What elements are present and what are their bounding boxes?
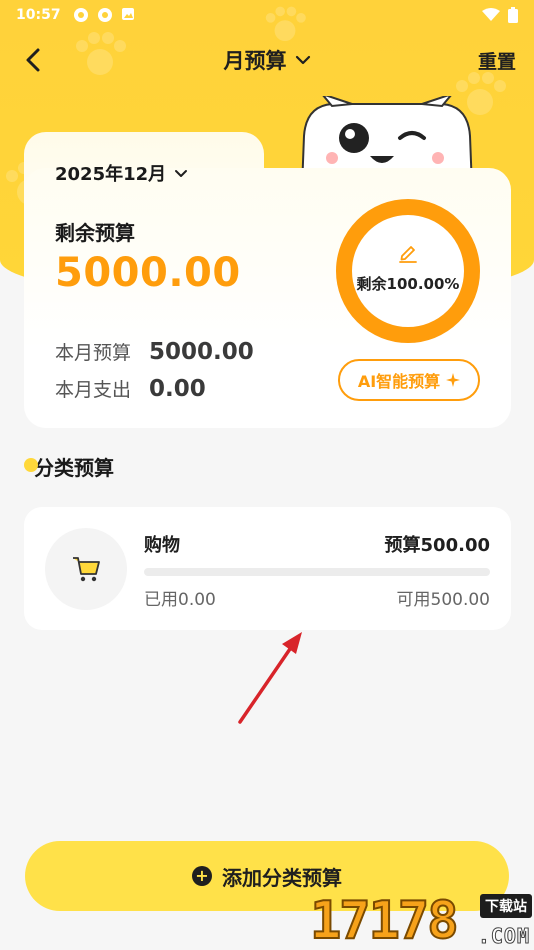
sparkle-icon	[446, 373, 461, 387]
page-title-dropdown[interactable]: 月预算	[224, 45, 311, 75]
category-budget: 预算500.00	[384, 535, 490, 556]
nav-bar: 月预算 重置	[0, 38, 534, 82]
month-selector[interactable]: 2025年12月	[55, 160, 188, 186]
remaining-percent-text: 剩余100.00%	[356, 275, 460, 293]
section-title-dot	[24, 457, 38, 472]
status-system-icons	[482, 7, 518, 23]
image-icon	[121, 8, 134, 20]
wifi-icon	[482, 8, 500, 21]
month-budget-label: 本月预算	[55, 342, 132, 364]
plus-icon: +	[192, 866, 212, 886]
annotation-arrow-icon	[238, 632, 302, 724]
category-available: 可用500.00	[396, 590, 490, 610]
watermark-tag: 下载站	[480, 894, 532, 918]
category-budget-card[interactable]: 购物 预算500.00 已用0.00 可用500.00	[24, 507, 511, 630]
month-expense-label: 本月支出	[55, 379, 132, 401]
remaining-budget-amount: 5000.00	[55, 250, 241, 296]
chevron-down-icon	[295, 55, 310, 65]
chevron-down-icon	[175, 169, 188, 177]
site-watermark: 17178 下载站 .COM	[309, 891, 534, 950]
watermark-digits: 17178	[309, 891, 460, 950]
edit-pencil-icon[interactable]	[396, 240, 420, 264]
category-name: 购物	[144, 535, 180, 556]
month-expense-row: 本月支出 0.00	[55, 375, 206, 402]
section-title-category: 分类预算	[24, 452, 114, 481]
remaining-ring-chart	[336, 199, 480, 343]
ai-budget-button[interactable]: AI智能预算	[338, 359, 480, 401]
status-notification-icons	[73, 7, 135, 23]
status-bar: 10:57	[0, 0, 534, 30]
remaining-budget-label: 剩余预算	[55, 221, 135, 245]
page-title: 月预算	[223, 49, 287, 73]
app-icon	[73, 8, 88, 22]
category-progress-bar	[144, 568, 490, 576]
month-label: 2025年12月	[55, 164, 167, 185]
month-expense-value: 0.00	[149, 376, 206, 402]
cart-icon	[73, 557, 100, 582]
month-budget-row: 本月预算 5000.00	[55, 338, 254, 365]
category-icon-container	[45, 528, 127, 610]
back-arrow-icon[interactable]	[20, 46, 48, 74]
status-time: 10:57	[16, 7, 61, 23]
app-icon	[97, 8, 112, 22]
category-used: 已用0.00	[144, 590, 216, 610]
section-title-text: 分类预算	[34, 456, 114, 480]
month-budget-value: 5000.00	[149, 339, 254, 365]
ai-budget-label: AI智能预算	[357, 372, 441, 391]
reset-button[interactable]: 重置	[478, 47, 516, 74]
watermark-domain: .COM	[477, 924, 530, 949]
battery-icon	[508, 7, 518, 23]
add-category-label: 添加分类预算	[222, 865, 342, 890]
